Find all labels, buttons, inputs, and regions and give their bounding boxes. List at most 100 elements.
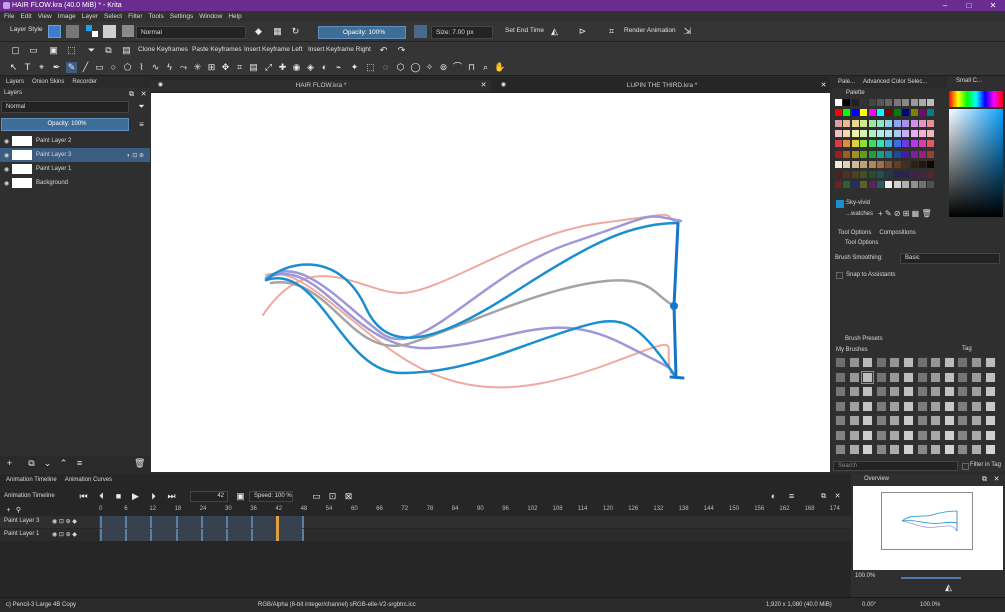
palette-swatch[interactable] <box>902 129 910 137</box>
brush-preset-tile[interactable] <box>875 400 887 412</box>
ellipse-select-tool-icon[interactable]: ◌ <box>380 62 391 73</box>
brush-preset-tile[interactable] <box>957 371 969 383</box>
reload-icon[interactable]: ↻ <box>290 26 301 37</box>
brush-preset-tile[interactable] <box>971 429 982 441</box>
float-overview-icon[interactable]: ⧉ <box>979 474 990 485</box>
palette-swatch[interactable] <box>885 150 893 158</box>
brush-preset-tile[interactable] <box>862 429 874 441</box>
palette-swatch[interactable] <box>885 140 893 148</box>
drawing-canvas[interactable] <box>151 93 830 472</box>
drop-frames-icon[interactable]: ▣ <box>235 491 246 502</box>
transform-tool-icon[interactable]: ⊞ <box>206 62 217 73</box>
brush-preset-tile[interactable] <box>875 444 887 455</box>
brush-preset-tile[interactable] <box>875 429 887 441</box>
palette-swatch[interactable] <box>893 129 901 137</box>
palette-swatch[interactable] <box>835 140 842 148</box>
palette-swatch[interactable] <box>910 109 918 117</box>
dynamic-brush-tool-icon[interactable]: ⤳ <box>178 62 189 73</box>
palette-swatch[interactable] <box>843 171 851 179</box>
frame-number[interactable]: 0 <box>99 506 102 512</box>
timeline-layer-icons[interactable]: ◉ ⊡ ⊕ ◆ <box>52 531 77 538</box>
brush-preset-tile[interactable] <box>984 400 996 412</box>
tab-recorder[interactable]: Recorder <box>72 77 97 88</box>
brush-preset-tile[interactable] <box>984 415 996 426</box>
layer-opacity-slider[interactable]: Opacity: 100% <box>1 118 129 131</box>
tag-button[interactable]: Tag <box>962 346 972 352</box>
layer-name[interactable]: Paint Layer 3 <box>36 152 71 158</box>
palette-swatch[interactable] <box>868 150 876 158</box>
close-tab-icon[interactable]: ✕ <box>478 80 489 91</box>
palette-swatch[interactable] <box>877 140 884 148</box>
palette-swatch[interactable] <box>927 171 935 179</box>
brush-preset-tile[interactable] <box>848 371 860 383</box>
add-layer-icon[interactable]: + <box>4 458 15 469</box>
brush-preset-tile[interactable] <box>875 357 887 368</box>
play-icon[interactable]: ▶ <box>130 491 141 502</box>
palette-swatch[interactable] <box>885 160 893 168</box>
brush-preset-tile[interactable] <box>971 415 982 426</box>
menu-select[interactable]: Select <box>104 13 122 20</box>
mirror-vertical-icon[interactable]: ⊳ <box>577 26 588 37</box>
menu-tools[interactable]: Tools <box>149 13 164 20</box>
freehand-brush-tool-icon[interactable]: ✎ <box>66 62 77 73</box>
palette-swatch[interactable] <box>927 160 935 168</box>
palette-swatch[interactable] <box>860 181 868 189</box>
layer-row-paint-layer-2[interactable]: ◉ Paint Layer 2 <box>0 134 150 148</box>
brush-preset-tile[interactable] <box>916 400 928 412</box>
menu-edit[interactable]: Edit <box>20 13 31 20</box>
palette-swatch[interactable] <box>860 119 868 127</box>
brush-preset-tile[interactable] <box>875 371 887 383</box>
maximize-button[interactable]: □ <box>957 0 981 11</box>
tab-palette[interactable]: Pale... <box>838 77 855 88</box>
frame-number[interactable]: 156 <box>754 506 764 512</box>
layer-name[interactable]: Paint Layer 1 <box>36 166 71 172</box>
brush-preset-tile[interactable] <box>957 415 969 426</box>
keyframe-marker[interactable] <box>226 529 228 541</box>
palette-swatch[interactable] <box>902 109 910 117</box>
keyframe-marker[interactable] <box>175 516 178 528</box>
mirror-view-icon[interactable]: ◭ <box>943 582 954 593</box>
brush-preset-tile[interactable] <box>943 357 955 368</box>
palette-swatch[interactable] <box>902 119 910 127</box>
brush-search-input[interactable]: Search <box>833 461 958 471</box>
keyframe-marker[interactable] <box>100 516 102 528</box>
visibility-eye-icon[interactable]: ◉ <box>4 152 12 159</box>
brush-preset-tile[interactable] <box>903 444 914 455</box>
palette-swatch[interactable] <box>851 99 859 106</box>
opacity-slider[interactable]: Opacity: 100% <box>318 26 406 39</box>
palette-swatch[interactable] <box>851 160 859 168</box>
visibility-eye-icon[interactable]: ◉ <box>4 180 12 187</box>
visibility-eye-icon[interactable]: ◉ <box>4 166 12 173</box>
palette-swatch[interactable] <box>868 140 876 148</box>
brush-preset-tile[interactable] <box>943 386 955 397</box>
keyframe-marker[interactable] <box>301 516 304 528</box>
eraser-icon[interactable]: ◆ <box>253 26 264 37</box>
pan-tool-icon[interactable]: ✋ <box>494 62 505 73</box>
speed-slider[interactable]: Speed: 100 % <box>249 491 293 502</box>
brush-preset-tile[interactable] <box>984 444 996 455</box>
palette-swatch[interactable] <box>885 99 893 106</box>
palette-swatch[interactable] <box>927 150 935 158</box>
palette-action-icons[interactable]: + ✎ ⊘ ⊞ ▦ 🗑 <box>878 209 932 218</box>
palette-swatch[interactable] <box>860 171 868 179</box>
current-frame-input[interactable]: 42 <box>190 491 228 502</box>
hue-strip[interactable] <box>949 91 1003 107</box>
palette-set-name[interactable]: ...watches <box>846 211 873 217</box>
frame-number[interactable]: 120 <box>603 506 613 512</box>
brush-preset-tile[interactable] <box>957 357 969 368</box>
brush-preset-tile[interactable] <box>930 386 942 397</box>
brush-preset-tile[interactable] <box>862 400 874 412</box>
palette-swatch[interactable] <box>843 181 851 189</box>
brush-preset-tile[interactable] <box>903 371 914 383</box>
palette-swatch[interactable] <box>927 140 935 148</box>
palette-swatch[interactable] <box>893 119 901 127</box>
frame-number[interactable]: 54 <box>326 506 333 512</box>
layer-options-icon[interactable]: ≡ <box>136 119 147 130</box>
menu-view[interactable]: View <box>38 13 52 20</box>
brush-preset-tile[interactable] <box>984 357 996 368</box>
saturation-value-picker[interactable] <box>949 109 1003 217</box>
keyframe-marker[interactable] <box>200 529 203 541</box>
palette-swatch[interactable] <box>835 150 842 158</box>
palette-swatch[interactable] <box>877 171 884 179</box>
similar-select-tool-icon[interactable]: ⊚ <box>438 62 449 73</box>
